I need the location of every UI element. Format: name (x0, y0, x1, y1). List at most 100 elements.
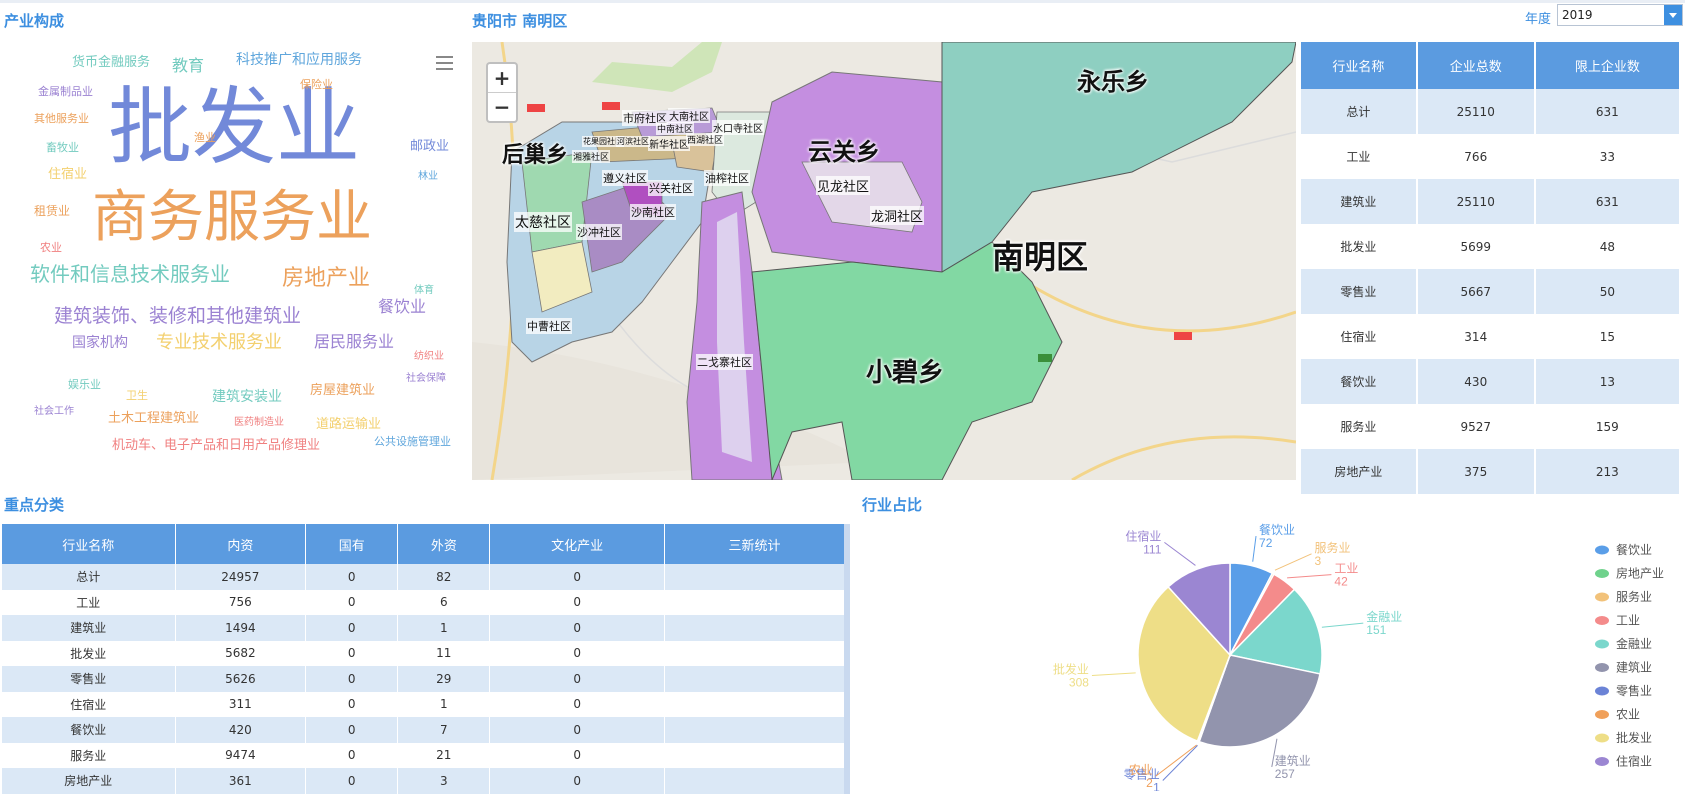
legend-marker[interactable] (1595, 733, 1609, 743)
word-cloud-term[interactable]: 建筑装饰、装修和其他建筑业 (54, 307, 301, 326)
map-region-label[interactable]: 永乐乡 (1077, 62, 1149, 97)
word-cloud-term[interactable]: 体育 (414, 286, 434, 296)
district-map[interactable]: 永乐乡后巢乡 云关乡南明区小碧乡 太慈社区 沙冲社区 沙南社区 兴关社区 油榨社区 见龙社区龙… (472, 42, 1296, 480)
table-row[interactable]: 服务业 9527 159 (1301, 404, 1682, 449)
word-cloud-term[interactable]: 卫生 (126, 390, 148, 401)
map-region-label[interactable]: 沙冲社区 (576, 224, 622, 240)
table-row[interactable]: 餐饮业 430 13 (1301, 359, 1682, 404)
legend-label[interactable]: 餐饮业 (1616, 542, 1652, 557)
word-cloud-term[interactable]: 住宿业 (48, 168, 87, 181)
map-region-label[interactable]: 小碧乡 (866, 352, 944, 389)
map-region-label[interactable]: 兴关社区 (648, 180, 694, 196)
map-region-label[interactable]: 南明区 (992, 232, 1088, 278)
legend-label[interactable]: 农业 (1616, 708, 1640, 722)
map-region-label[interactable]: 见龙社区 (816, 176, 871, 195)
table-row[interactable]: 住宿业 314 15 (1301, 314, 1682, 359)
table-row[interactable]: 建筑业 1494 0 1 0 (2, 615, 848, 641)
map-region-label[interactable]: 云关乡 (808, 132, 880, 167)
map-region-label[interactable]: 二戈寨社区 (696, 354, 753, 370)
word-cloud-term[interactable]: 其他服务业 (34, 113, 89, 124)
word-cloud-term[interactable]: 土木工程建筑业 (108, 412, 199, 425)
table-row[interactable]: 工业 756 0 6 0 (2, 589, 848, 615)
word-cloud-term[interactable]: 公共设施管理业 (374, 436, 451, 447)
word-cloud-term[interactable]: 建筑安装业 (212, 390, 282, 404)
legend-label[interactable]: 房地产业 (1616, 566, 1664, 581)
word-cloud-term[interactable]: 教育 (172, 58, 204, 74)
table-row[interactable]: 餐饮业 420 0 7 0 (2, 717, 848, 743)
map-region-label[interactable]: 大南社区 (668, 108, 710, 123)
word-cloud-term[interactable]: 软件和信息技术服务业 (30, 264, 230, 284)
table-header-cell[interactable]: 外资 (397, 524, 491, 564)
table-header-cell[interactable]: 国有 (305, 524, 399, 564)
map-region-label[interactable]: 湘雅社区 (572, 150, 611, 163)
map-region-label[interactable]: 西湖社区 (686, 133, 725, 146)
table-header-cell[interactable]: 三新统计 (664, 524, 848, 564)
word-cloud-term[interactable]: 医药制造业 (234, 418, 284, 428)
table-header-cell[interactable]: 内资 (175, 524, 307, 564)
word-cloud-term[interactable]: 农业 (40, 242, 62, 253)
table-row[interactable]: 总计 25110 631 (1301, 89, 1682, 134)
word-cloud-term[interactable]: 社会工作 (34, 407, 74, 417)
legend-label[interactable]: 服务业 (1616, 589, 1652, 604)
legend-marker[interactable] (1595, 710, 1609, 719)
word-cloud-term[interactable]: 餐饮业 (378, 299, 426, 315)
year-select[interactable]: 2019 (1557, 4, 1683, 26)
legend-marker[interactable] (1595, 545, 1609, 555)
zoom-out-button[interactable]: − (488, 92, 516, 121)
word-cloud-term[interactable]: 科技推广和应用服务 (236, 53, 362, 67)
legend-marker[interactable] (1595, 757, 1609, 766)
legend-label[interactable]: 建筑业 (1616, 660, 1652, 675)
word-cloud-term[interactable]: 房屋建筑业 (310, 384, 375, 397)
word-cloud-term[interactable]: 保险业 (300, 79, 333, 90)
legend-marker[interactable] (1595, 569, 1609, 578)
table-header-cell[interactable]: 限上企业数 (1534, 42, 1682, 89)
map-region-label[interactable]: 龙洞社区 (870, 206, 925, 225)
word-cloud-term[interactable]: 商务服务业 (92, 190, 372, 246)
word-cloud-term[interactable]: 批发业 (108, 85, 360, 169)
map-region-label[interactable]: 中曹社区 (526, 318, 572, 334)
map-region-label[interactable]: 后巢乡 (502, 137, 568, 169)
word-cloud-term[interactable]: 货币金融服务 (72, 56, 150, 69)
word-cloud-term[interactable]: 金属制品业 (38, 86, 93, 97)
word-cloud-term[interactable]: 专业技术服务业 (156, 334, 282, 352)
table-header-cell[interactable]: 行业名称 (1301, 42, 1418, 89)
map-region-label[interactable]: 油榨社区 (704, 170, 750, 186)
table-row[interactable]: 建筑业 25110 631 (1301, 179, 1682, 224)
word-cloud-term[interactable]: 国家机构 (72, 336, 128, 350)
table-row[interactable]: 批发业 5699 48 (1301, 224, 1682, 269)
word-cloud-term[interactable]: 租赁业 (34, 205, 70, 217)
table-row[interactable]: 工业 766 33 (1301, 134, 1682, 179)
table-row[interactable]: 服务业 9474 0 21 0 (2, 742, 848, 768)
legend-label[interactable]: 金融业 (1616, 636, 1652, 651)
zoom-in-button[interactable]: + (488, 64, 516, 92)
table-header-cell[interactable]: 企业总数 (1416, 42, 1536, 89)
map-region-label[interactable]: 沙南社区 (630, 204, 676, 220)
table-header-cell[interactable]: 行业名称 (2, 524, 176, 564)
word-cloud-term[interactable]: 林业 (418, 172, 438, 182)
dropdown-arrow-icon[interactable] (1664, 5, 1682, 25)
word-cloud-term[interactable]: 机动车、电子产品和日用产品修理业 (112, 439, 320, 452)
legend-marker[interactable] (1595, 639, 1609, 649)
table-row[interactable]: 房地产业 375 213 (1301, 449, 1682, 494)
hamburger-menu-icon[interactable] (436, 56, 453, 70)
word-cloud-term[interactable]: 房地产业 (282, 268, 370, 290)
legend-marker[interactable] (1595, 686, 1609, 696)
legend-label[interactable]: 住宿业 (1616, 754, 1652, 769)
word-cloud-term[interactable]: 畜牧业 (46, 142, 79, 153)
word-cloud-term[interactable]: 渔业 (194, 132, 216, 143)
legend-marker[interactable] (1595, 616, 1609, 625)
table-row[interactable]: 总计 24957 0 82 0 (2, 564, 848, 590)
map-region-label[interactable]: 太慈社区 (514, 212, 572, 232)
table-header-cell[interactable]: 文化产业 (489, 524, 665, 564)
map-region-label[interactable]: 新华社区 (648, 136, 690, 151)
word-cloud-term[interactable]: 邮政业 (410, 140, 449, 153)
word-cloud-term[interactable]: 道路运输业 (316, 418, 381, 431)
legend-marker[interactable] (1595, 592, 1609, 602)
word-cloud-term[interactable]: 社会保障 (406, 374, 446, 384)
legend-label[interactable]: 工业 (1616, 614, 1640, 628)
legend-label[interactable]: 批发业 (1616, 730, 1652, 745)
word-cloud-term[interactable]: 娱乐业 (68, 379, 101, 390)
table-row[interactable]: 零售业 5667 50 (1301, 269, 1682, 314)
table-row[interactable]: 零售业 5626 0 29 0 (2, 666, 848, 692)
map-region-label[interactable]: 河滨社区 (616, 136, 650, 147)
